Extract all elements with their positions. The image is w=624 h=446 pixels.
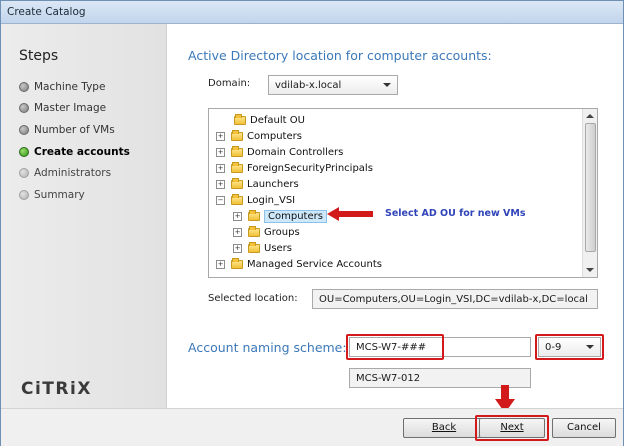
- expand-icon[interactable]: +: [233, 211, 242, 221]
- window-title: Create Catalog: [7, 6, 86, 18]
- button-bar: Back Next Cancel: [1, 408, 623, 446]
- tree-node-selected[interactable]: + Computers: [233, 209, 327, 223]
- folder-icon: [231, 257, 243, 269]
- step-label: Number of VMs: [34, 124, 115, 136]
- folder-icon: [248, 209, 260, 221]
- folder-icon: [248, 241, 260, 253]
- step-label: Master Image: [34, 102, 107, 114]
- main-panel: Active Directory location for computer a…: [167, 24, 623, 408]
- expand-icon[interactable]: +: [216, 131, 225, 141]
- selected-location-value: OU=Computers,OU=Login_VSI,DC=vdilab-x,DC…: [319, 294, 588, 305]
- expand-icon[interactable]: +: [216, 259, 225, 269]
- tree-node[interactable]: Default OU: [234, 113, 305, 127]
- tree-node[interactable]: + Groups: [233, 225, 300, 239]
- naming-scheme-title: Account naming scheme:: [188, 340, 347, 355]
- tree-node-label: Groups: [264, 226, 300, 238]
- domain-label: Domain:: [208, 78, 251, 89]
- collapse-icon[interactable]: −: [216, 195, 225, 205]
- step-label: Administrators: [34, 167, 112, 179]
- selected-location-field: OU=Computers,OU=Login_VSI,DC=vdilab-x,DC…: [312, 289, 598, 309]
- folder-icon: [231, 193, 243, 205]
- tree-node-label: Users: [264, 242, 293, 254]
- folder-icon: [231, 129, 243, 141]
- domain-dropdown[interactable]: vdilab-x.local: [268, 75, 398, 95]
- step-number-of-vms: Number of VMs: [19, 123, 115, 137]
- red-highlight-box: [346, 334, 444, 360]
- step-pending-icon: [19, 190, 29, 200]
- naming-preview-value: MCS-W7-012: [356, 373, 421, 384]
- logo-text: CiTRiX: [21, 379, 92, 399]
- folder-icon: [231, 145, 243, 157]
- next-button[interactable]: Next: [479, 418, 545, 438]
- tree-node-label: Domain Controllers: [247, 146, 344, 158]
- cancel-button-label: Cancel: [567, 422, 601, 433]
- tree-node-label: Computers: [247, 130, 302, 142]
- step-current-icon: [19, 147, 29, 157]
- step-status-icon: [19, 82, 29, 92]
- tree-node-label: Computers: [264, 209, 327, 223]
- step-summary: Summary: [19, 188, 85, 202]
- tree-node[interactable]: + Managed Service Accounts: [216, 257, 382, 271]
- step-master-image: Master Image: [19, 101, 106, 115]
- folder-icon: [234, 113, 246, 125]
- step-label: Machine Type: [34, 81, 106, 93]
- red-arrow-icon: [327, 207, 373, 221]
- step-label: Create accounts: [34, 146, 130, 158]
- tree-node-label: ForeignSecurityPrincipals: [247, 162, 373, 174]
- tree-node[interactable]: + Computers: [216, 129, 302, 143]
- steps-sidebar: Steps Machine Type Master Image Number o…: [1, 24, 167, 408]
- expand-icon[interactable]: +: [216, 163, 225, 173]
- tree-node-label: Launchers: [247, 178, 299, 190]
- red-highlight-box: [535, 334, 604, 360]
- domain-value: vdilab-x.local: [275, 80, 342, 91]
- expand-icon[interactable]: +: [233, 243, 242, 253]
- scroll-down-icon[interactable]: [586, 268, 594, 272]
- step-machine-type: Machine Type: [19, 80, 105, 94]
- step-label: Summary: [34, 189, 85, 201]
- selected-location-label: Selected location:: [208, 293, 298, 304]
- citrix-logo: CiTRiX: [21, 379, 92, 399]
- step-pending-icon: [19, 168, 29, 178]
- ou-tree-view[interactable]: Default OU + Computers + Domain Controll…: [208, 108, 598, 278]
- back-button[interactable]: Back: [403, 418, 485, 438]
- folder-icon: [231, 161, 243, 173]
- tree-node-label: Login_VSI: [247, 194, 296, 206]
- tree-node[interactable]: + Users: [233, 241, 292, 255]
- tree-node[interactable]: + Launchers: [216, 177, 299, 191]
- step-status-icon: [19, 125, 29, 135]
- step-administrators: Administrators: [19, 166, 111, 180]
- tree-node[interactable]: + ForeignSecurityPrincipals: [216, 161, 373, 175]
- tree-scrollbar[interactable]: [582, 109, 597, 277]
- tree-node[interactable]: + Domain Controllers: [216, 145, 343, 159]
- tree-node[interactable]: − Login_VSI: [216, 193, 295, 207]
- title-bar: Create Catalog: [1, 1, 623, 24]
- cancel-button[interactable]: Cancel: [552, 418, 616, 438]
- annotation-callout: Select AD OU for new VMs: [385, 208, 526, 219]
- expand-icon[interactable]: +: [216, 147, 225, 157]
- back-button-label: Back: [431, 422, 457, 433]
- tree-node-label: Managed Service Accounts: [247, 258, 382, 270]
- expand-icon[interactable]: +: [233, 227, 242, 237]
- tree-node-label: Default OU: [250, 114, 305, 126]
- step-create-accounts: Create accounts: [19, 145, 130, 159]
- folder-icon: [248, 225, 260, 237]
- next-button-label: Next: [500, 422, 524, 433]
- scroll-up-icon[interactable]: [586, 114, 594, 118]
- dropdown-arrow-icon: [383, 83, 391, 87]
- expand-icon[interactable]: +: [216, 179, 225, 189]
- ad-location-title: Active Directory location for computer a…: [188, 48, 492, 63]
- folder-icon: [231, 177, 243, 189]
- create-catalog-window: Create Catalog Steps Machine Type Master…: [0, 0, 624, 446]
- step-status-icon: [19, 103, 29, 113]
- scroll-thumb[interactable]: [585, 123, 596, 252]
- steps-title: Steps: [19, 48, 59, 64]
